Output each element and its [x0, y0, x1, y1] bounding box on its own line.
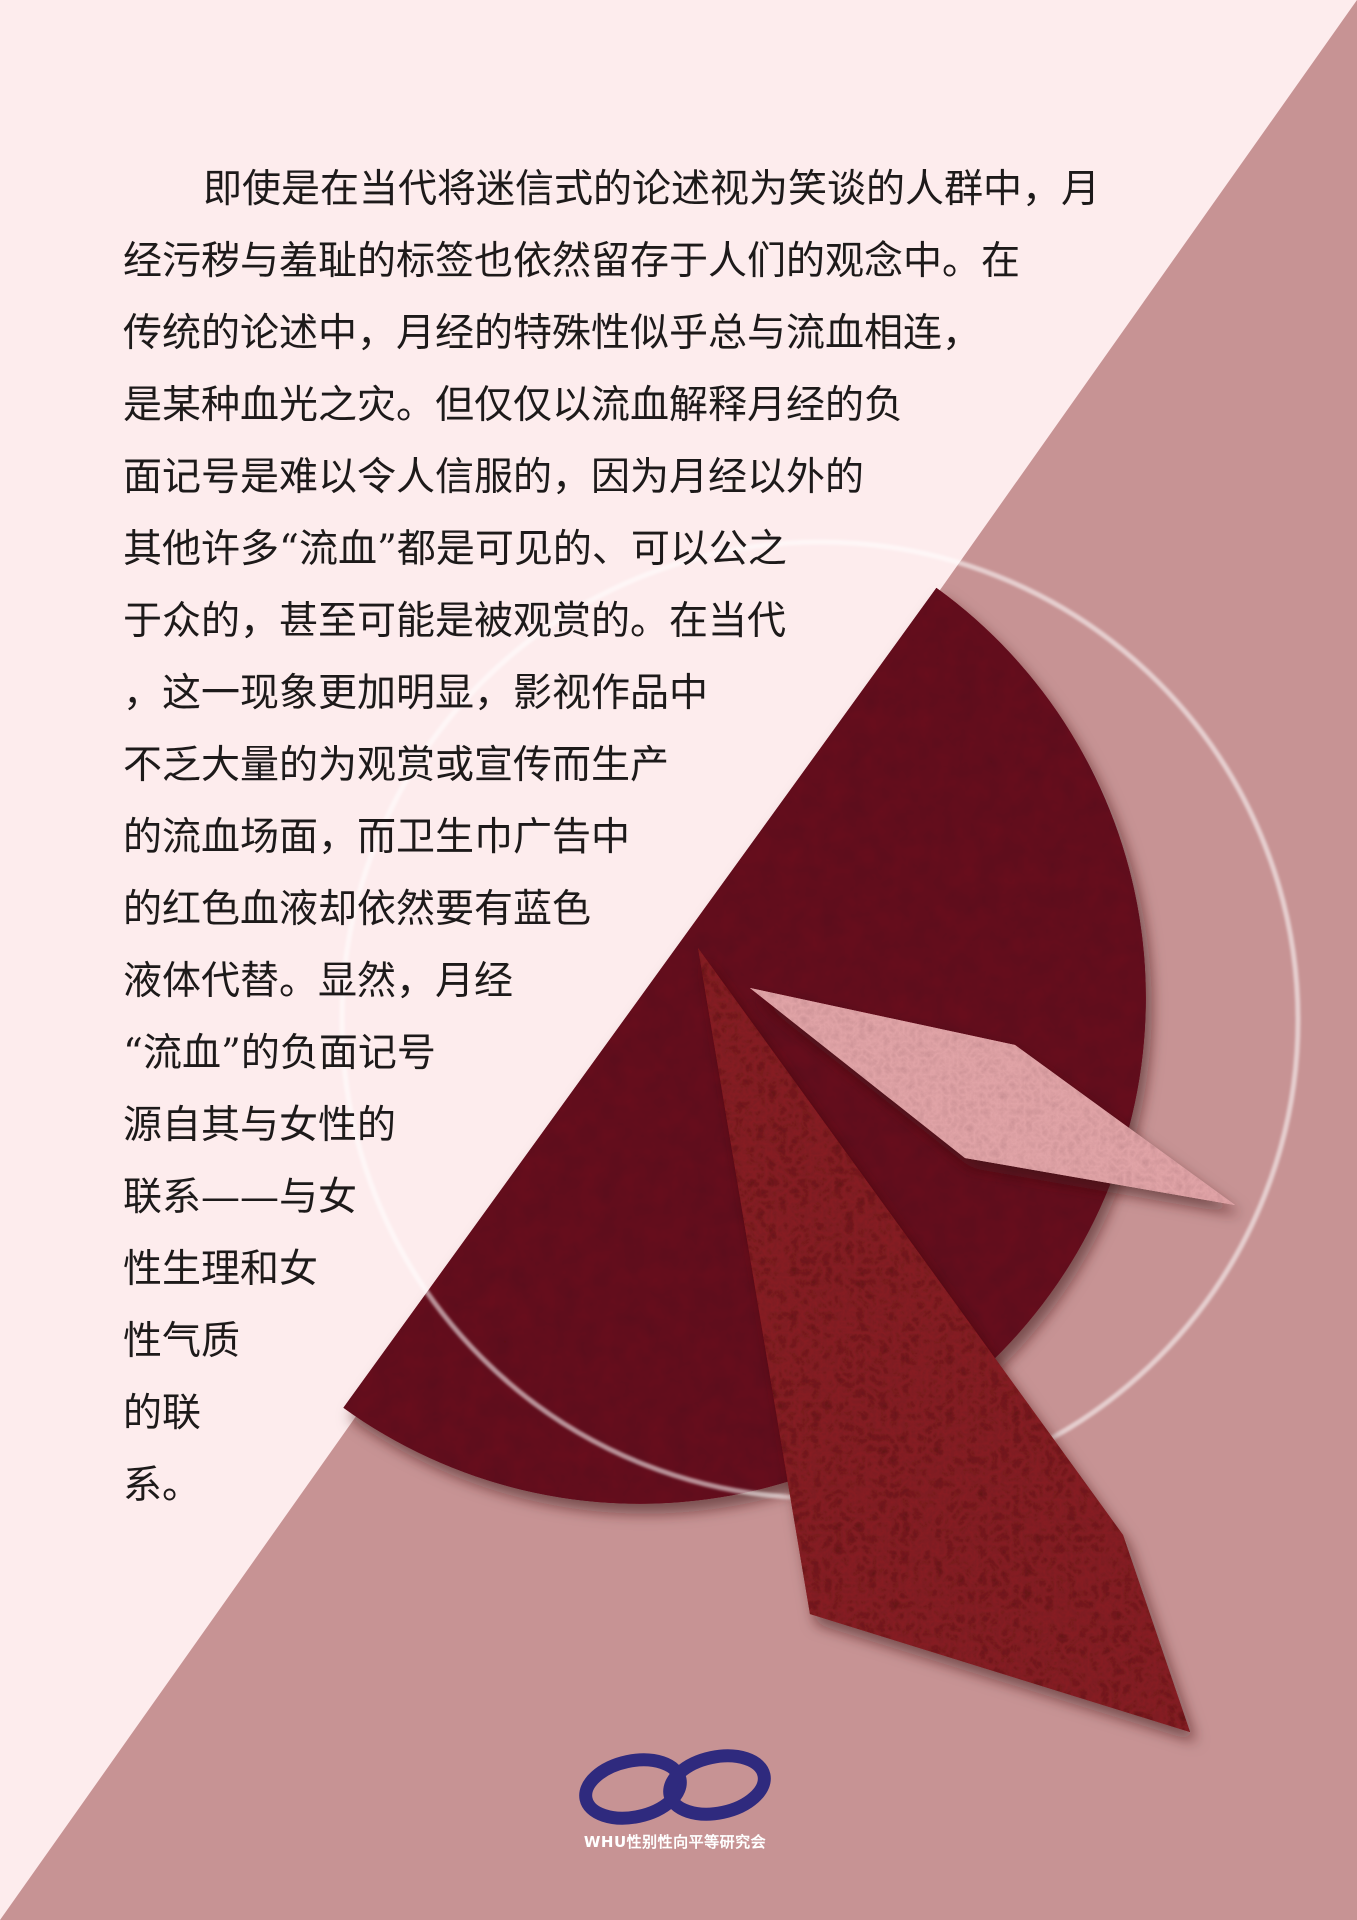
essay-line: 即使是在当代将迷信式的论述视为笑谈的人群中，月 [203, 167, 1101, 212]
essay-line: “流血”的负面记号 [123, 1031, 436, 1076]
essay-line: 源自其与女性的 [123, 1103, 397, 1148]
infinity-loop-icon [579, 1749, 771, 1825]
essay-line: 是某种血光之灾。但仅仅以流血解释月经的负 [123, 383, 904, 428]
essay-line: 其他许多“流血”都是可见的、可以公之 [123, 527, 787, 572]
essay-line: 液体代替。显然，月经 [123, 959, 514, 1004]
logo-text: WHU性别性向平等研究会 [583, 1833, 767, 1851]
essay-line: 面记号是难以令人信服的，因为月经以外的 [123, 455, 865, 500]
essay-line: 于众的，甚至可能是被观赏的。在当代 [123, 599, 787, 644]
essay-line: 性气质 [123, 1319, 241, 1364]
essay-text: 即使是在当代将迷信式的论述视为笑谈的人群中，月 经污秽与羞耻的标签也依然留存于人… [123, 154, 1100, 1522]
essay-line: 的红色血液却依然要有蓝色 [123, 887, 592, 932]
essay-line: 经污秽与羞耻的标签也依然留存于人们的观念中。在 [123, 239, 1021, 284]
poster-page: 即使是在当代将迷信式的论述视为笑谈的人群中，月 经污秽与羞耻的标签也依然留存于人… [0, 0, 1357, 1920]
essay-line: ，这一现象更加明显，影视作品中 [123, 671, 709, 716]
essay-line: 传统的论述中，月经的特殊性似乎总与流血相连， [123, 311, 982, 356]
essay-line: 系。 [123, 1463, 202, 1508]
essay-line: 的联 [123, 1391, 202, 1436]
essay-line: 不乏大量的为观赏或宣传而生产 [123, 743, 670, 788]
essay-line: 联系——与女 [123, 1175, 358, 1220]
essay-line: 性生理和女 [123, 1247, 319, 1292]
organization-logo: WHU性别性向平等研究会 [560, 1745, 790, 1852]
essay-line: 的流血场面，而卫生巾广告中 [123, 815, 631, 860]
